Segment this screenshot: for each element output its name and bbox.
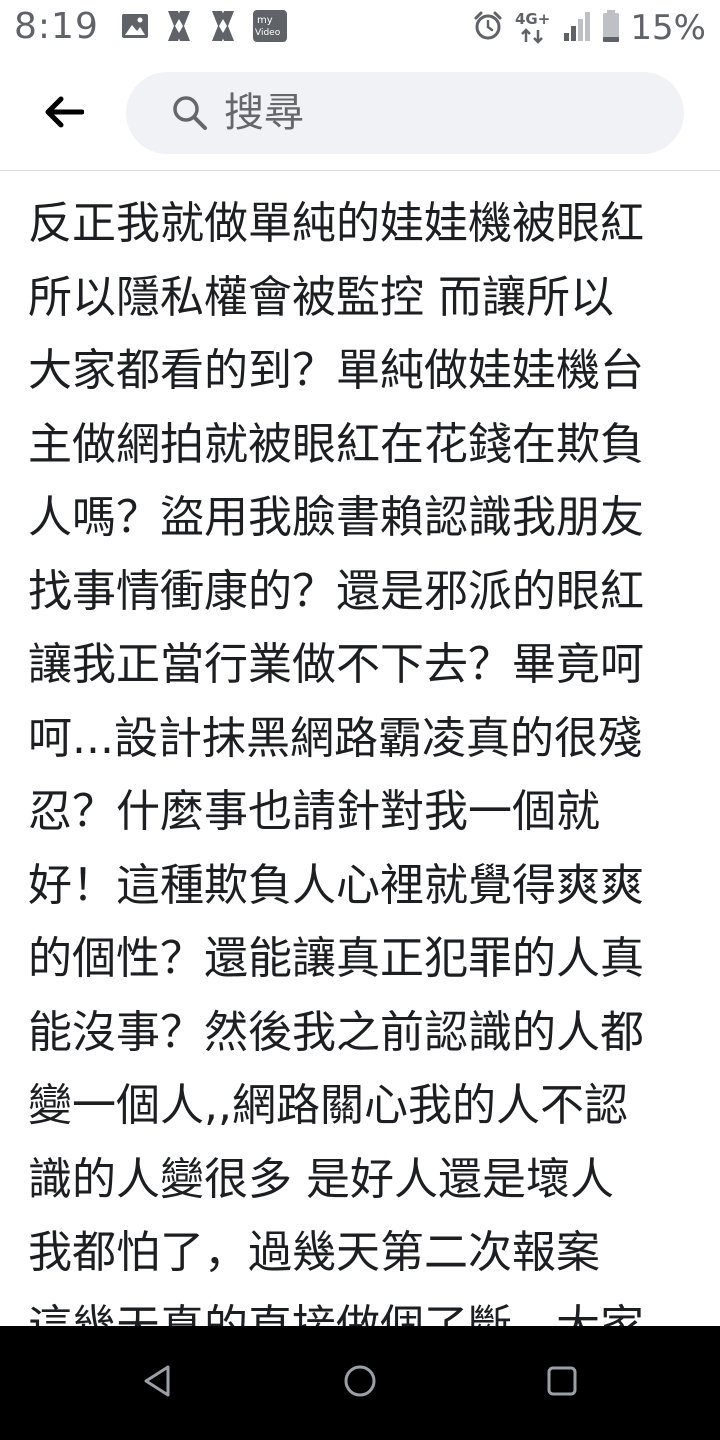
svg-text:my: my <box>257 15 273 26</box>
post-line: 識的人變很多 是好人還是壞人 <box>28 1153 614 1205</box>
post-line: 大家都看的到？單純做娃娃機台 <box>28 345 644 396</box>
post-line: 能沒事？然後我之前認識的人都 <box>28 1006 644 1058</box>
image-icon <box>120 11 150 45</box>
post-line: 變一個人,,網路關心我的人不認 <box>28 1080 628 1131</box>
nav-home-icon <box>340 1361 380 1405</box>
app-icon <box>208 9 238 47</box>
post-line: 好！這種欺負人心裡就覺得爽爽 <box>28 859 644 911</box>
myvideo-icon: my Video <box>252 9 288 47</box>
search-header <box>0 58 720 171</box>
post-line: 呵...設計抹黑網路霸凌真的很殘 <box>28 712 642 764</box>
app-icon <box>164 9 194 47</box>
nav-recents-button[interactable] <box>532 1353 592 1413</box>
system-status-icons: 4G+ 15% <box>472 6 706 50</box>
nav-back-button[interactable] <box>128 1353 188 1413</box>
post-line: 所以隱私權會被監控 而讓所以 <box>28 271 614 323</box>
post-line: 人嗎？盜用我臉書賴認識我朋友 <box>28 492 644 543</box>
post-line: 主做網拍就被眼紅在花錢在欺負 <box>28 418 644 470</box>
navigation-bar <box>0 1326 720 1440</box>
post-line: 反正我就做單純的娃娃機被眼紅 <box>28 198 644 249</box>
search-box[interactable] <box>126 72 684 154</box>
post-text: 反正我就做單純的娃娃機被眼紅 所以隱私權會被監控 而讓所以 大家都看的到？單純做娃娃… <box>28 187 692 1326</box>
status-time: 8:19 <box>14 6 99 47</box>
notification-icons: my Video <box>120 10 288 46</box>
network-type-icon: 4G+ <box>514 8 552 48</box>
signal-icon <box>562 9 592 47</box>
nav-recents-icon <box>542 1361 582 1405</box>
post-line: 讓我正當行業做不下去？畢竟呵 <box>28 639 644 690</box>
nav-home-button[interactable] <box>330 1353 390 1413</box>
post-line: 忍？什麼事也請針對我一個就 <box>28 786 600 837</box>
post-line: 的個性？還能讓真正犯罪的人真 <box>28 933 644 984</box>
search-input[interactable] <box>224 83 644 143</box>
svg-text:Video: Video <box>255 28 281 38</box>
nav-back-icon <box>138 1361 178 1405</box>
search-icon <box>170 93 210 133</box>
alarm-icon <box>472 10 504 46</box>
post-line: 找事情衝康的？還是邪派的眼紅 <box>28 565 644 617</box>
svg-text:4G+: 4G+ <box>515 10 550 28</box>
post-line: 這幾天真的直接做個了斷。大家 <box>28 1300 644 1327</box>
battery-percentage: 15% <box>630 8 706 48</box>
post-line: 我都怕了，過幾天第二次報案 <box>28 1227 600 1278</box>
arrow-left-icon <box>44 95 85 133</box>
post-content: 反正我就做單純的娃娃機被眼紅 所以隱私權會被監控 而讓所以 大家都看的到？單純做娃娃… <box>0 171 720 1326</box>
back-button[interactable] <box>36 88 92 140</box>
battery-icon <box>602 9 620 47</box>
status-bar: 8:19 my Video 4G+ 15% <box>0 0 720 58</box>
